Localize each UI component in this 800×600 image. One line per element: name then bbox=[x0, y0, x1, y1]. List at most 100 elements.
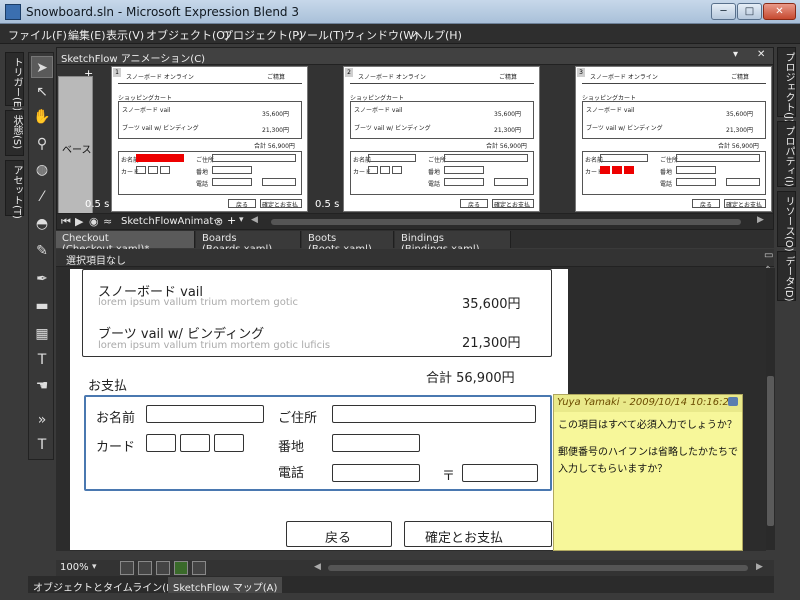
toolbox: ➤ ↖ ✋ ⚲ ◍ ⁄ ◓ ✎ ✒ ▬ ▦ T ☚ » T bbox=[28, 52, 54, 460]
animation-frame-2[interactable]: 2 スノーボード オンライン ご精算 ショッピングカート スノーボード vail… bbox=[343, 66, 540, 212]
zoom-level[interactable]: 100% bbox=[60, 562, 89, 573]
animation-frame-1[interactable]: 1 スノーボード オンライン ご精算 ショッピングカート スノーボード vail… bbox=[111, 66, 308, 212]
direct-selection-tool-icon[interactable]: ↖ bbox=[31, 81, 53, 103]
tab-sketchflow-map[interactable]: SketchFlow マップ(A) bbox=[168, 577, 283, 594]
tel-label: 電話 bbox=[278, 466, 305, 481]
tel-field[interactable] bbox=[332, 464, 420, 482]
grid-tool-icon[interactable]: ▦ bbox=[31, 323, 53, 345]
maximize-button[interactable]: □ bbox=[737, 3, 762, 20]
back-button[interactable]: 戻る bbox=[286, 521, 392, 547]
add-dropdown-icon[interactable]: ▾ bbox=[239, 215, 244, 225]
menu-tools[interactable]: ツール(T) bbox=[296, 27, 344, 43]
hscroll-left-icon[interactable]: ◀ bbox=[314, 562, 321, 572]
frame-total: 合計 56,900円 bbox=[254, 143, 295, 150]
pen-tool-icon[interactable]: ✒ bbox=[31, 268, 53, 290]
name-label: お名前 bbox=[96, 411, 136, 426]
tab-states[interactable]: 状態(S) bbox=[5, 110, 24, 156]
tab-boards[interactable]: Boards (Boards.xaml) bbox=[196, 231, 301, 255]
menu-file[interactable]: ファイル(F) bbox=[8, 27, 67, 43]
show-grid-icon[interactable] bbox=[156, 561, 170, 575]
annotation-comment-icon[interactable] bbox=[728, 397, 738, 406]
loop-icon[interactable]: ≈ bbox=[103, 215, 112, 228]
hscroll-right-icon[interactable]: ▶ bbox=[756, 562, 763, 572]
annotation-note[interactable]: Yuya Yamaki - 2009/10/14 10:16:22 この項目はす… bbox=[553, 394, 743, 551]
tab-properties[interactable]: プロパティ(I) bbox=[777, 121, 796, 187]
zoom-dropdown-icon[interactable]: ▾ bbox=[92, 562, 97, 572]
animation-name[interactable]: SketchFlowAnimat··· bbox=[121, 216, 223, 227]
annotation-line-2: 郵便番号のハイフンは省略したかたちで入力してもらいますか？ bbox=[558, 447, 738, 475]
add-animation-icon[interactable]: + bbox=[227, 214, 236, 227]
panel-close-icon[interactable]: ✕ bbox=[757, 49, 765, 60]
tab-boots[interactable]: Boots (Boots.xaml) bbox=[302, 231, 394, 255]
tab-resources[interactable]: リソース(O) bbox=[777, 191, 796, 252]
card-field-3[interactable] bbox=[214, 434, 244, 452]
menu-view[interactable]: 表示(V) bbox=[106, 27, 144, 43]
annotations-icon[interactable] bbox=[192, 561, 206, 575]
tab-objects-timeline[interactable]: オブジェクトとタイムライン(B) bbox=[28, 577, 182, 594]
frame-1-duration[interactable]: 0.5 s bbox=[85, 199, 109, 210]
brush-tool-icon[interactable]: ✎ bbox=[31, 240, 53, 262]
postal-field[interactable] bbox=[462, 464, 538, 482]
card-field-2[interactable] bbox=[180, 434, 210, 452]
button-control-tool-icon[interactable]: ☚ bbox=[31, 375, 53, 397]
confirm-pay-button[interactable]: 確定とお支払 bbox=[404, 521, 552, 547]
animation-frame-3[interactable]: 3 スノーボード オンライン ご精算 ショッピングカート スノーボード vail… bbox=[575, 66, 772, 212]
close-button[interactable]: ✕ bbox=[763, 3, 796, 20]
scrollbar-thumb[interactable] bbox=[767, 376, 774, 526]
frame-back: 戻る bbox=[236, 202, 249, 209]
asset-tool-icon[interactable]: T bbox=[31, 434, 53, 456]
menu-window[interactable]: ウィンドウ(W) bbox=[344, 27, 418, 43]
tab-assets[interactable]: アセット(T) bbox=[5, 160, 24, 219]
frame-banchi-label: 番地 bbox=[660, 169, 673, 176]
menu-edit[interactable]: 編集(E) bbox=[68, 27, 106, 43]
frame-price2: 21,300円 bbox=[262, 127, 289, 134]
name-field[interactable] bbox=[146, 405, 264, 423]
card-field-1[interactable] bbox=[146, 434, 176, 452]
frame-name-error-field bbox=[136, 154, 184, 162]
pan-tool-icon[interactable]: ✋ bbox=[31, 106, 53, 128]
frame-number: 2 bbox=[345, 68, 353, 77]
eyedropper-tool-icon[interactable]: ⁄ bbox=[31, 186, 53, 208]
tab-checkout[interactable]: Checkout (Checkout.xaml)* bbox=[56, 231, 195, 255]
annotation-line-1: この項目はすべて必須入力でしょうか？ bbox=[558, 420, 737, 431]
frame-price1: 35,600円 bbox=[726, 111, 753, 118]
play-icon[interactable]: ▶ bbox=[75, 215, 83, 228]
canvas-vertical-scrollbar[interactable] bbox=[766, 268, 775, 550]
base-state-label: ベース bbox=[62, 145, 92, 156]
more-tools-icon[interactable]: » bbox=[31, 409, 53, 431]
tab-project[interactable]: プロジェクト(J) bbox=[777, 47, 796, 123]
snap-snaplines-icon[interactable] bbox=[174, 561, 188, 575]
frame-tel-label: 電話 bbox=[196, 181, 209, 188]
panel-dropdown-icon[interactable]: ▾ bbox=[733, 49, 738, 60]
breadcrumb-bar: 選択項目なし bbox=[56, 249, 774, 267]
scroll-left-icon[interactable]: ◀ bbox=[251, 215, 258, 225]
tab-triggers[interactable]: トリガー(E) bbox=[5, 52, 24, 111]
artboard-checkout[interactable]: スノーボード vail lorem ipsum vallum trium mor… bbox=[70, 269, 568, 550]
frames-scrollbar[interactable] bbox=[271, 219, 741, 225]
design-view-icon[interactable]: ▭ bbox=[764, 250, 773, 261]
snap-gridlines-icon[interactable] bbox=[138, 561, 152, 575]
record-icon[interactable]: ◉ bbox=[89, 215, 99, 228]
sketchflow-panel-header: SketchFlow アニメーション(C) ▾ ✕ bbox=[57, 48, 773, 65]
selection-tool-icon[interactable]: ➤ bbox=[31, 56, 53, 78]
tab-bindings[interactable]: Bindings (Bindings.xaml) bbox=[395, 231, 511, 255]
render-effects-icon[interactable] bbox=[120, 561, 134, 575]
paint-bucket-tool-icon[interactable]: ◓ bbox=[31, 213, 53, 235]
animation-dropdown-icon[interactable]: ⊗ bbox=[214, 215, 223, 228]
menu-project[interactable]: プロジェクト(P) bbox=[222, 27, 303, 43]
breadcrumb[interactable]: 選択項目なし bbox=[66, 252, 126, 267]
menu-help[interactable]: ヘルプ(H) bbox=[412, 27, 462, 43]
minimize-button[interactable]: ─ bbox=[711, 3, 736, 20]
scroll-right-icon[interactable]: ▶ bbox=[757, 215, 764, 225]
canvas-horizontal-scrollbar[interactable] bbox=[328, 565, 748, 571]
textblock-tool-icon[interactable]: T bbox=[31, 349, 53, 371]
tab-data[interactable]: データ(D) bbox=[777, 251, 796, 302]
zoom-tool-icon[interactable]: ⚲ bbox=[31, 133, 53, 155]
address-field[interactable] bbox=[332, 405, 536, 423]
banchi-field[interactable] bbox=[332, 434, 420, 452]
camera-orbit-tool-icon[interactable]: ◍ bbox=[31, 159, 53, 181]
frame-2-duration[interactable]: 0.5 s bbox=[315, 199, 339, 210]
first-frame-icon[interactable]: ⏮ bbox=[61, 215, 71, 229]
rectangle-tool-icon[interactable]: ▬ bbox=[31, 295, 53, 317]
menu-object[interactable]: オブジェクト(O) bbox=[146, 27, 229, 43]
